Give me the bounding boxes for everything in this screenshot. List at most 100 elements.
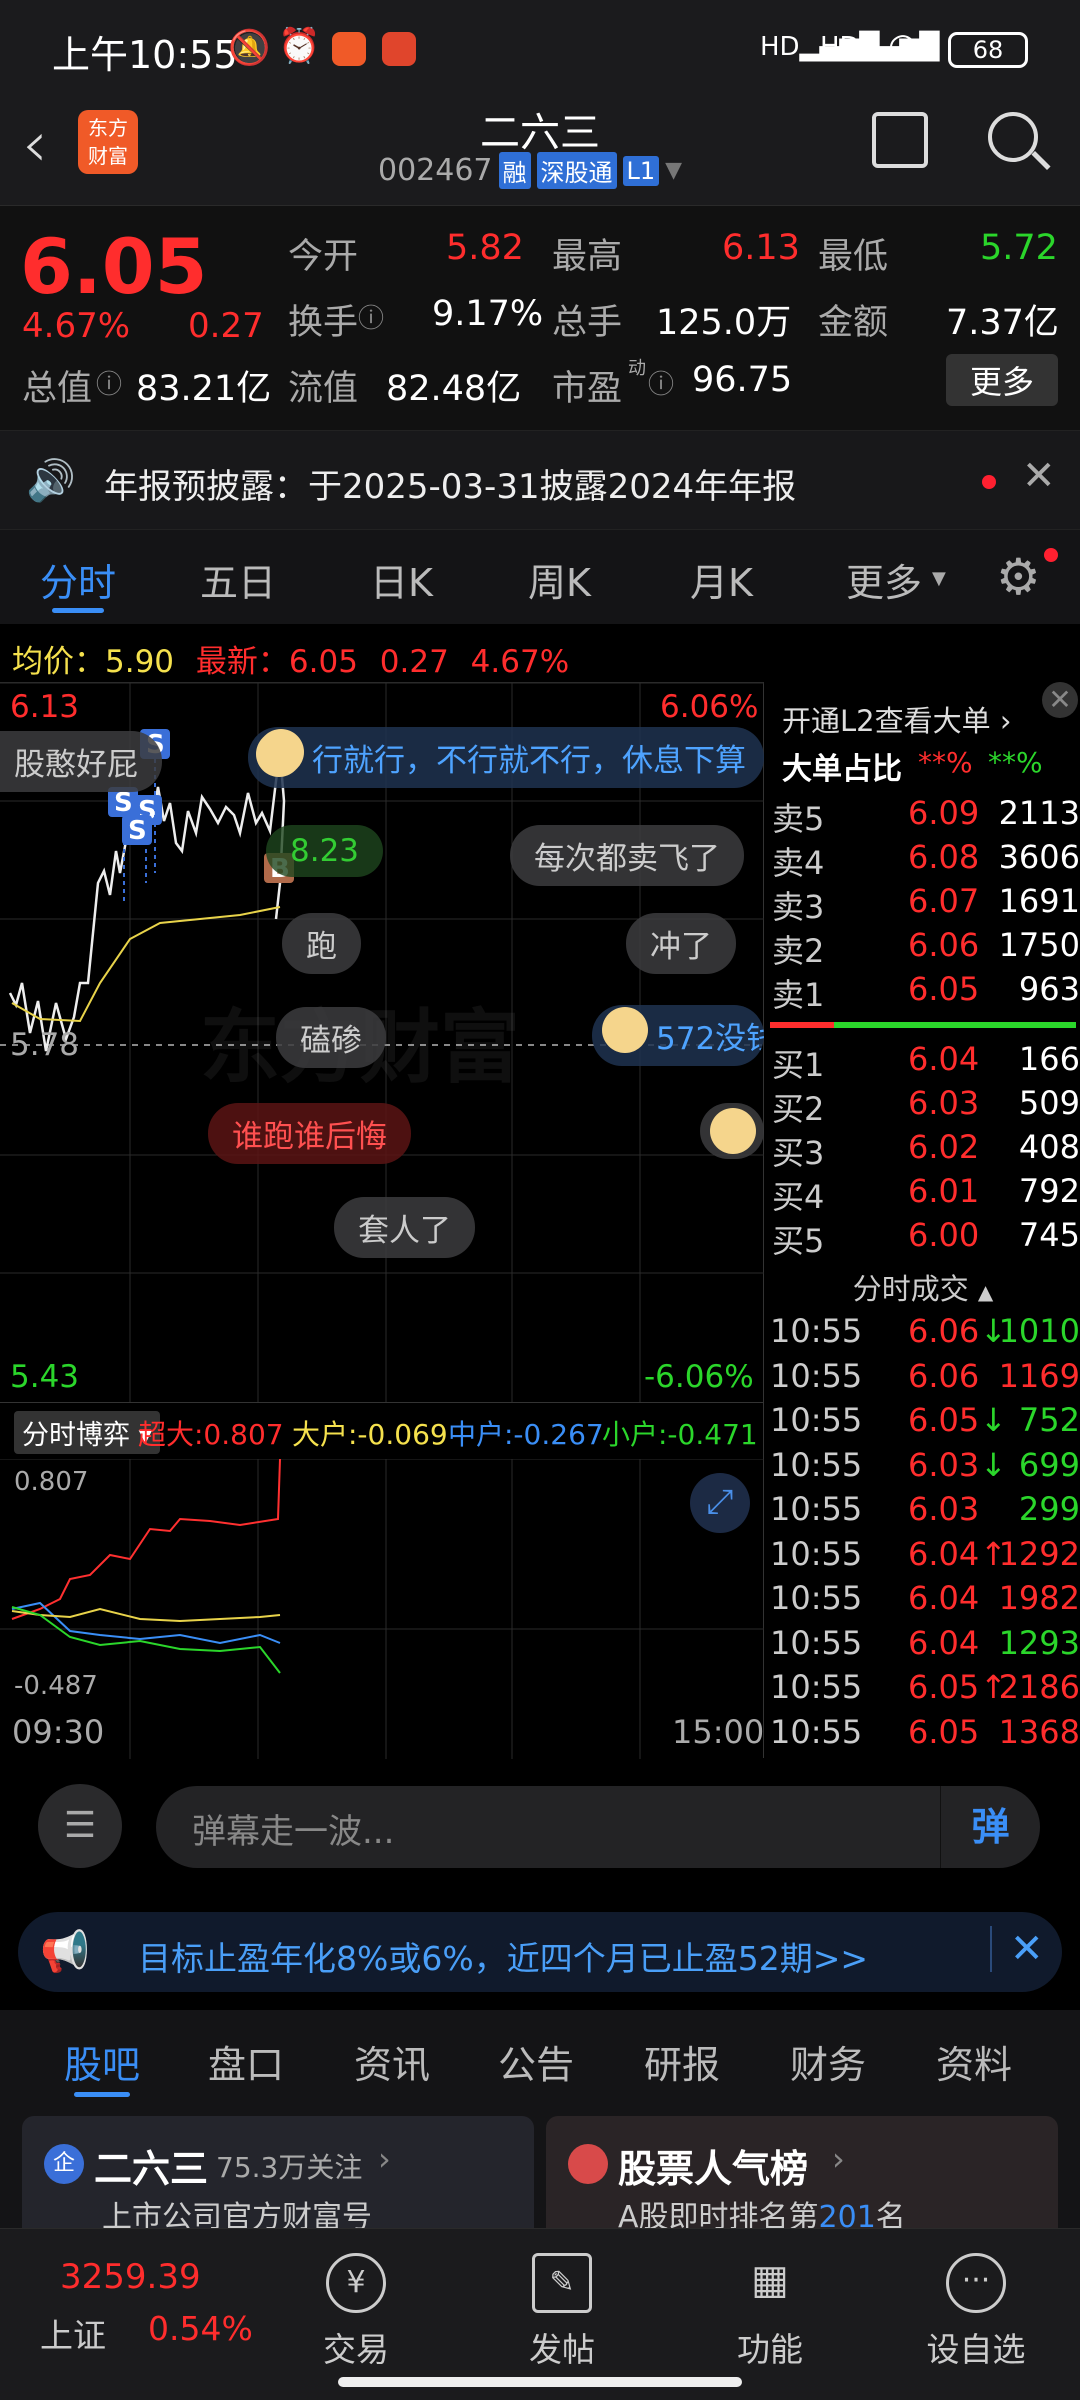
- ask-volume: 2113: [998, 794, 1080, 832]
- tab-research[interactable]: 研报: [644, 2034, 720, 2089]
- tab-more[interactable]: 更多: [846, 552, 922, 607]
- company-account-title: 二六三: [94, 2147, 209, 2191]
- danmu-bubble[interactable]: 套人了: [334, 1197, 475, 1258]
- mktcap-value: 83.21亿: [136, 369, 272, 409]
- danmu-bubble[interactable]: 股憨好屁: [0, 731, 162, 792]
- tab-monthly-k[interactable]: 月K: [690, 552, 753, 607]
- index-name: 上证: [40, 2316, 106, 2355]
- ask-label: 卖3: [772, 888, 825, 926]
- tab-intraday[interactable]: 分时: [40, 552, 116, 607]
- grid-icon: ▦: [751, 2257, 789, 2303]
- popularity-rank-card[interactable]: 股票人气榜 › A股即时排名第201名: [546, 2116, 1058, 2235]
- bid-row-1: 买1 6.04 166: [766, 1040, 1080, 1084]
- bid-label: 买5: [772, 1222, 825, 1260]
- nav-add-watchlist[interactable]: ··· 设自选: [906, 2253, 1046, 2371]
- trade-row: 10:55 6.03 299: [766, 1490, 1080, 1534]
- tab-profile[interactable]: 资料: [936, 2034, 1012, 2089]
- danmu-bubble[interactable]: [700, 1103, 764, 1159]
- promo-banner[interactable]: 📢 目标止盈年化8%或6%，近四个月已止盈52期>> ✕: [18, 1912, 1062, 1992]
- danmu-input[interactable]: 弹幕走一波... 弹: [156, 1786, 1040, 1868]
- latest-change: 0.27: [379, 644, 449, 680]
- pe-value: 96.75: [692, 360, 793, 400]
- level-tag[interactable]: L1: [622, 155, 660, 186]
- tab-forum[interactable]: 股吧: [64, 2034, 140, 2089]
- trade-row: 10:55 6.04 1293: [766, 1624, 1080, 1668]
- tab-five-day[interactable]: 五日: [200, 552, 276, 607]
- battery-icon: 68: [948, 32, 1028, 68]
- danmu-bubble[interactable]: 磕碜: [276, 1007, 386, 1068]
- trade-price: 6.05: [908, 1668, 980, 1706]
- chevron-down-icon[interactable]: ▼: [932, 568, 946, 589]
- trade-row: 10:55 6.06 ↓ 1010: [766, 1312, 1080, 1356]
- ask-price: 6.05: [908, 970, 980, 1008]
- nav-trade[interactable]: ¥ 交易: [286, 2253, 426, 2371]
- trade-time: 10:55: [770, 1623, 863, 1662]
- stock-code-row: 002467 融 深股通 L1 ▼: [378, 152, 682, 189]
- info-icon[interactable]: ⓘ: [96, 364, 122, 401]
- bid-label: 买2: [772, 1090, 825, 1128]
- trade-time: 10:55: [770, 1356, 863, 1395]
- tab-daily-k[interactable]: 日K: [370, 552, 433, 607]
- share-icon[interactable]: [872, 112, 928, 168]
- expand-icon[interactable]: ⤢: [690, 1473, 750, 1533]
- tab-news[interactable]: 资讯: [354, 2034, 430, 2089]
- chevron-down-icon[interactable]: ▼: [665, 158, 682, 183]
- trade-price: 6.04: [908, 1579, 980, 1617]
- more-button[interactable]: 更多: [946, 354, 1058, 406]
- danmu-bubble[interactable]: 每次都卖飞了: [510, 825, 744, 886]
- nav-functions[interactable]: ▦ 功能: [700, 2253, 840, 2371]
- trades-header[interactable]: 分时成交 ▲: [766, 1266, 1080, 1308]
- close-icon[interactable]: ✕: [990, 1926, 1044, 1972]
- danmu-bubble[interactable]: 572没钱: [592, 1005, 764, 1066]
- ask-label: 卖1: [772, 976, 825, 1014]
- nav-post[interactable]: ✎ 发帖: [492, 2253, 632, 2371]
- l2-upgrade-link[interactable]: 开通L2查看大单 ›: [782, 698, 1011, 740]
- bid-price: 6.02: [908, 1128, 980, 1166]
- danmu-bubble[interactable]: 谁跑谁后悔: [208, 1103, 411, 1164]
- danmu-bubble[interactable]: 行就行，不行就不行，休息下算: [248, 727, 764, 788]
- more-dots-icon: ···: [946, 2253, 1006, 2313]
- danmu-bubble[interactable]: 冲了: [626, 913, 736, 974]
- bid-row-5: 买5 6.00 745: [766, 1216, 1080, 1260]
- open-value: 5.82: [446, 228, 524, 268]
- bid-row-3: 买3 6.02 408: [766, 1128, 1080, 1172]
- feature-cards: 企 二六三 75.3万关注 › 上市公司官方财富号 股票人气榜 › A股即时排名…: [0, 2116, 1080, 2235]
- float-cap-label: 流值: [288, 369, 359, 409]
- tab-order-book[interactable]: 盘口: [208, 2034, 284, 2089]
- danmu-bubble[interactable]: 8.23: [266, 825, 384, 877]
- gear-icon[interactable]: ⚙: [996, 548, 1041, 606]
- announcement-bar[interactable]: 🔊 年报预披露：于2025-03-31披露2024年年报 ✕: [0, 430, 1080, 530]
- bottom-navigation: 3259.39 上证 0.54% ¥ 交易 ✎ 发帖 ▦ 功能 ··· 设自选: [0, 2228, 1080, 2400]
- chevron-right-icon: ›: [378, 2140, 391, 2178]
- axis-bottom-pct: -6.06%: [644, 1359, 754, 1395]
- tab-announcements[interactable]: 公告: [498, 2034, 574, 2089]
- announcement-text[interactable]: 年报预披露：于2025-03-31披露2024年年报: [104, 459, 796, 508]
- ask-volume: 963: [1018, 970, 1080, 1008]
- bid-price: 6.01: [908, 1172, 980, 1210]
- tab-weekly-k[interactable]: 周K: [528, 552, 591, 607]
- speaker-icon: 🔊: [26, 458, 76, 504]
- intraday-chart[interactable]: S S S S B 6.13 6.06% 5.78 5.43 -6.06% 东方…: [0, 682, 764, 1403]
- battery-level: 68: [972, 36, 1004, 64]
- close-icon[interactable]: ✕: [1042, 682, 1078, 718]
- promo-text[interactable]: 目标止盈年化8%或6%，近四个月已止盈52期>>: [138, 1932, 868, 1980]
- capital-flow-chart[interactable]: 分时博弈 ▾ 超大:0.807 大户:-0.069 中户:-0.267 小户:-…: [0, 1402, 764, 1759]
- pe-label: 市盈: [552, 369, 623, 409]
- chart-period-tabs: 分时 五日 日K 周K 月K 更多 ▼ ⚙: [0, 530, 1080, 624]
- content-tabs: 股吧 盘口 资讯 公告 研报 财务 资料: [0, 2010, 1080, 2116]
- trade-time: 10:55: [770, 1668, 863, 1706]
- popularity-rank-title: 股票人气榜: [618, 2147, 809, 2191]
- info-icon[interactable]: ⓘ: [358, 298, 384, 335]
- danmu-bubble[interactable]: 跑: [282, 913, 361, 974]
- danmu-send-button[interactable]: 弹: [940, 1786, 1040, 1868]
- company-account-card[interactable]: 企 二六三 75.3万关注 › 上市公司官方财富号: [22, 2116, 534, 2235]
- tab-financials[interactable]: 财务: [790, 2034, 866, 2089]
- close-icon[interactable]: ✕: [1022, 453, 1056, 499]
- trade-price: 6.06: [908, 1312, 980, 1350]
- app-notification-icon: [332, 32, 366, 66]
- stock-code: 002467: [378, 153, 493, 188]
- ask-price: 6.06: [908, 926, 980, 964]
- axis-bottom-price: 5.43: [10, 1359, 80, 1395]
- danmu-settings-icon[interactable]: ☰: [38, 1784, 122, 1868]
- info-icon[interactable]: ⓘ: [648, 364, 674, 401]
